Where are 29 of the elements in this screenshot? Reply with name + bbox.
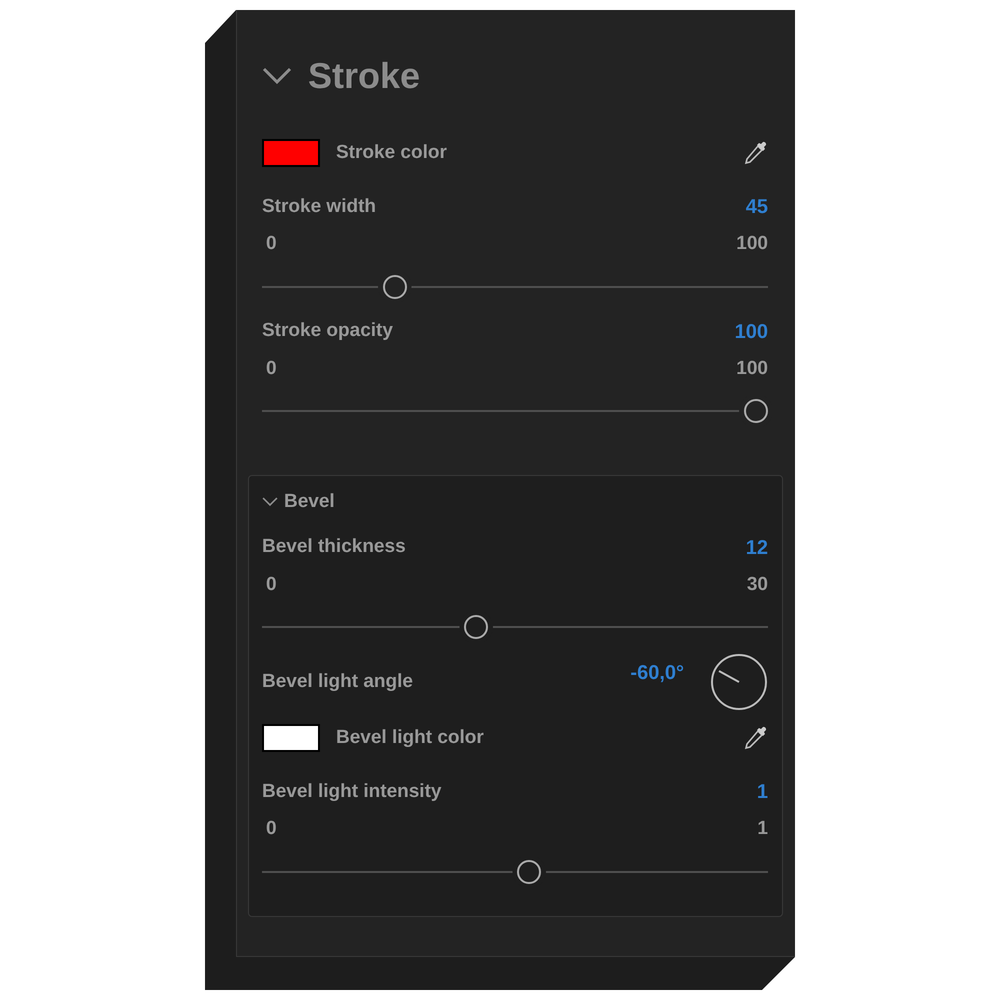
chevron-icon[interactable] — [262, 497, 278, 508]
value-readout: 12 — [746, 536, 768, 560]
min-label: 0 — [266, 232, 277, 256]
group-title: Bevel — [284, 490, 335, 514]
max-label: 30 — [746, 572, 768, 596]
section-title: Stroke — [308, 54, 420, 98]
row-label: Stroke width — [262, 194, 376, 219]
max-label: 100 — [736, 356, 768, 380]
value-readout: 1 — [756, 780, 768, 805]
max-label: 1 — [757, 817, 768, 841]
min-label: 0 — [266, 572, 277, 596]
min-label: 0 — [266, 356, 277, 380]
min-label: 0 — [266, 817, 277, 841]
value-readout: -60,0° — [630, 661, 684, 686]
value-readout: 45 — [746, 195, 768, 220]
row-label: Bevel light color — [336, 726, 484, 750]
chevron-icon[interactable] — [262, 67, 292, 85]
row-label: Stroke color — [336, 140, 447, 165]
row-label: Bevel light intensity — [262, 780, 442, 804]
eyedropper-icon[interactable] — [742, 140, 768, 166]
row-label: Bevel thickness — [262, 535, 406, 560]
eyedropper-icon[interactable] — [742, 725, 768, 751]
angle-dial[interactable] — [710, 653, 768, 711]
color-swatch[interactable] — [262, 139, 320, 167]
row-label: Bevel light angle — [262, 670, 413, 694]
value-readout: 100 — [734, 320, 768, 344]
max-label: 100 — [736, 232, 768, 256]
color-swatch[interactable] — [262, 724, 320, 752]
row-label: Stroke opacity — [262, 319, 393, 344]
